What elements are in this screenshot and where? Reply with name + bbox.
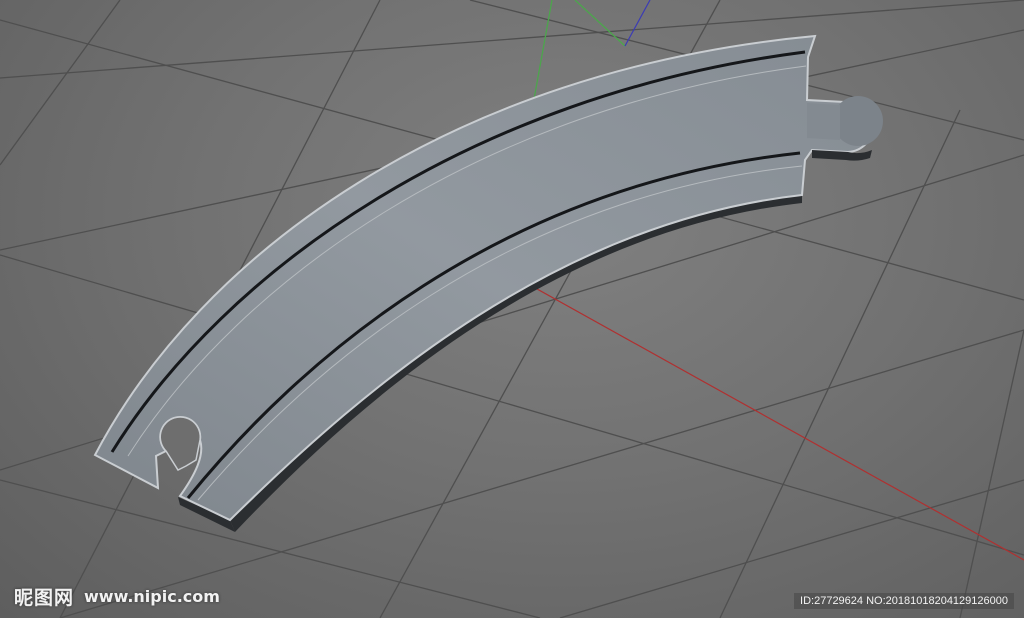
viewport-scene	[0, 0, 1024, 618]
track-top-face	[93, 34, 874, 522]
nipic-url-text: www.nipic.com	[84, 587, 220, 606]
floor-grid	[0, 0, 1024, 618]
track-connector-knob	[833, 96, 883, 146]
nipic-logo-text: 昵图网	[14, 587, 75, 609]
3d-viewport[interactable]: 昵图网 www.nipic.com ID:27729624 NO:2018101…	[0, 0, 1024, 618]
track-connector-socket	[159, 416, 201, 471]
x-axis-line	[502, 269, 1024, 561]
nipic-watermark: 昵图网 www.nipic.com	[14, 583, 220, 610]
curved-track-piece[interactable]	[93, 34, 883, 532]
y-axis-diag	[574, 0, 626, 47]
track-connector-neck	[807, 103, 840, 140]
z-axis-line	[624, 0, 651, 47]
image-id-label: ID:27729624 NO:20181018204129126000	[794, 593, 1014, 609]
